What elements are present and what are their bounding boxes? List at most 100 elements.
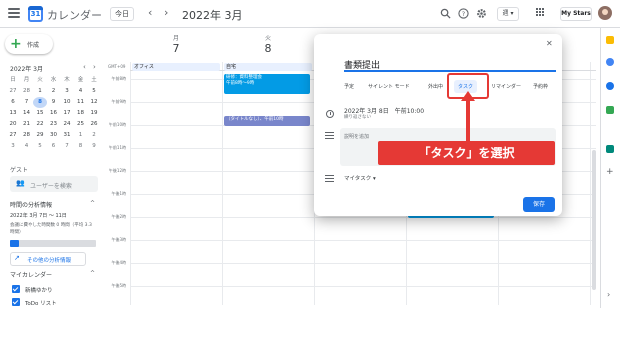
calendar-checkbox[interactable] <box>12 285 20 293</box>
chevron-left-icon[interactable]: ‹ <box>148 6 152 19</box>
chevron-right-icon[interactable]: › <box>93 63 96 71</box>
event-title: （タイトルなし）、午前10時 <box>226 117 284 122</box>
tab-event[interactable]: 予定 <box>344 83 354 90</box>
hour-label: 午前11時 <box>108 145 126 150</box>
avatar[interactable] <box>598 6 612 20</box>
mini-day[interactable]: 12 <box>87 97 101 108</box>
grid-column-line <box>222 62 223 305</box>
annotation-callout: 「タスク」を選択 <box>378 141 555 165</box>
chevron-right-icon[interactable]: › <box>164 6 168 19</box>
search-icon[interactable] <box>440 8 451 19</box>
tasks-icon[interactable] <box>606 58 614 66</box>
recurrence-text[interactable]: 繰り返さない <box>344 114 371 120</box>
mini-day[interactable]: 10 <box>60 97 74 108</box>
mini-day[interactable]: 2 <box>87 130 101 141</box>
my-stars-badge[interactable]: My Stars <box>560 7 592 21</box>
grid-hour-line <box>130 240 596 241</box>
mini-day[interactable]: 9 <box>87 141 101 152</box>
mini-weekday: 木 <box>64 77 70 83</box>
month-title: 2022年 3月 <box>182 9 243 22</box>
mini-day[interactable]: 5 <box>87 86 101 97</box>
mini-day[interactable]: 27 <box>6 86 20 97</box>
scrollbar[interactable] <box>592 150 596 290</box>
tab-out-of-office[interactable]: 外出中 <box>428 83 443 90</box>
mini-day[interactable]: 17 <box>60 108 74 119</box>
mini-day[interactable]: 9 <box>47 97 61 108</box>
day-name: 火 <box>264 35 271 42</box>
guest-label: ゲスト <box>10 167 29 174</box>
mini-day[interactable]: 7 <box>60 141 74 152</box>
mini-calendar-month: 2022年 3月 <box>10 66 43 73</box>
mini-day[interactable]: 8 <box>33 97 47 108</box>
mini-day[interactable]: 25 <box>74 119 88 130</box>
task-list-select[interactable]: マイタスク ▾ <box>344 174 376 182</box>
tab-appointment[interactable]: 予約枠 <box>533 83 548 90</box>
add-addon-icon[interactable]: + <box>606 167 614 177</box>
close-icon[interactable]: ✕ <box>546 39 553 48</box>
mini-day[interactable]: 29 <box>33 130 47 141</box>
maps-icon[interactable] <box>606 106 614 114</box>
calendar-event[interactable]: （タイトルなし）、午前10時 <box>224 116 310 126</box>
chevron-left-icon[interactable]: ‹ <box>83 63 86 71</box>
calendar-checkbox[interactable] <box>12 298 20 306</box>
mini-day[interactable]: 30 <box>47 130 61 141</box>
main-menu-icon[interactable] <box>8 8 20 18</box>
gear-icon[interactable] <box>476 8 487 19</box>
mini-day[interactable]: 22 <box>33 119 47 130</box>
mini-weekday: 金 <box>77 77 84 83</box>
mini-day[interactable]: 16 <box>47 108 61 119</box>
chevron-up-icon[interactable]: ^ <box>90 270 95 277</box>
allday-event[interactable]: 自宅 <box>224 63 312 71</box>
keep-icon[interactable] <box>606 36 614 44</box>
mini-day[interactable]: 11 <box>74 97 88 108</box>
mini-day[interactable]: 8 <box>74 141 88 152</box>
tab-reminder[interactable]: リマインダー <box>491 83 521 90</box>
mini-day[interactable]: 18 <box>74 108 88 119</box>
mini-day[interactable]: 14 <box>20 108 34 119</box>
arrow-shaft <box>466 97 470 141</box>
mini-day[interactable]: 4 <box>74 86 88 97</box>
apps-grid-icon[interactable] <box>536 8 546 18</box>
save-button[interactable]: 保存 <box>523 197 555 212</box>
mini-day[interactable]: 21 <box>20 119 34 130</box>
mini-day[interactable]: 19 <box>87 108 101 119</box>
mini-day[interactable]: 4 <box>20 141 34 152</box>
mini-day[interactable]: 3 <box>60 86 74 97</box>
mini-day[interactable]: 31 <box>60 130 74 141</box>
mini-day[interactable]: 1 <box>74 130 88 141</box>
title-input[interactable]: 書類提出 <box>344 58 556 72</box>
mini-weekday: 土 <box>91 77 97 83</box>
help-icon[interactable]: ? <box>458 8 469 19</box>
mini-day[interactable]: 5 <box>33 141 47 152</box>
tab-focus-time[interactable]: サイレント モード <box>368 83 410 90</box>
mini-day[interactable]: 6 <box>6 97 20 108</box>
mini-day[interactable]: 7 <box>20 97 34 108</box>
mini-day[interactable]: 15 <box>33 108 47 119</box>
mini-day[interactable]: 26 <box>87 119 101 130</box>
contacts-icon[interactable] <box>606 82 614 90</box>
chevron-up-icon[interactable]: ^ <box>90 200 95 207</box>
calendar-event[interactable]: 研修：資料整理会 午前8時～9時 <box>224 74 310 94</box>
mini-day[interactable]: 2 <box>47 86 61 97</box>
analytics-description: 会議に費やした時間数 0 時間（平均 3.3 時間） <box>10 223 92 235</box>
day-number[interactable]: 8 <box>258 42 278 55</box>
chevron-right-icon[interactable]: › <box>607 290 610 299</box>
mini-day[interactable]: 3 <box>6 141 20 152</box>
analytics-title: 時間の分析情報 <box>10 202 53 209</box>
mini-day[interactable]: 28 <box>20 86 34 97</box>
allday-event[interactable]: オフィス <box>132 63 220 71</box>
analytics-bar-track <box>10 240 96 247</box>
mini-day[interactable]: 13 <box>6 108 20 119</box>
mini-day[interactable]: 27 <box>6 130 20 141</box>
mini-day[interactable]: 23 <box>47 119 61 130</box>
mini-day[interactable]: 20 <box>6 119 20 130</box>
mini-day[interactable]: 1 <box>33 86 47 97</box>
meet-icon[interactable] <box>606 145 614 153</box>
day-number[interactable]: 7 <box>166 42 186 55</box>
view-selector[interactable]: 週 ▾ <box>497 7 519 21</box>
today-button[interactable]: 今日 <box>110 7 134 21</box>
mini-day[interactable]: 28 <box>20 130 34 141</box>
mini-day[interactable]: 24 <box>60 119 74 130</box>
mini-day[interactable]: 6 <box>47 141 61 152</box>
hour-label: 午後3時 <box>111 237 126 242</box>
